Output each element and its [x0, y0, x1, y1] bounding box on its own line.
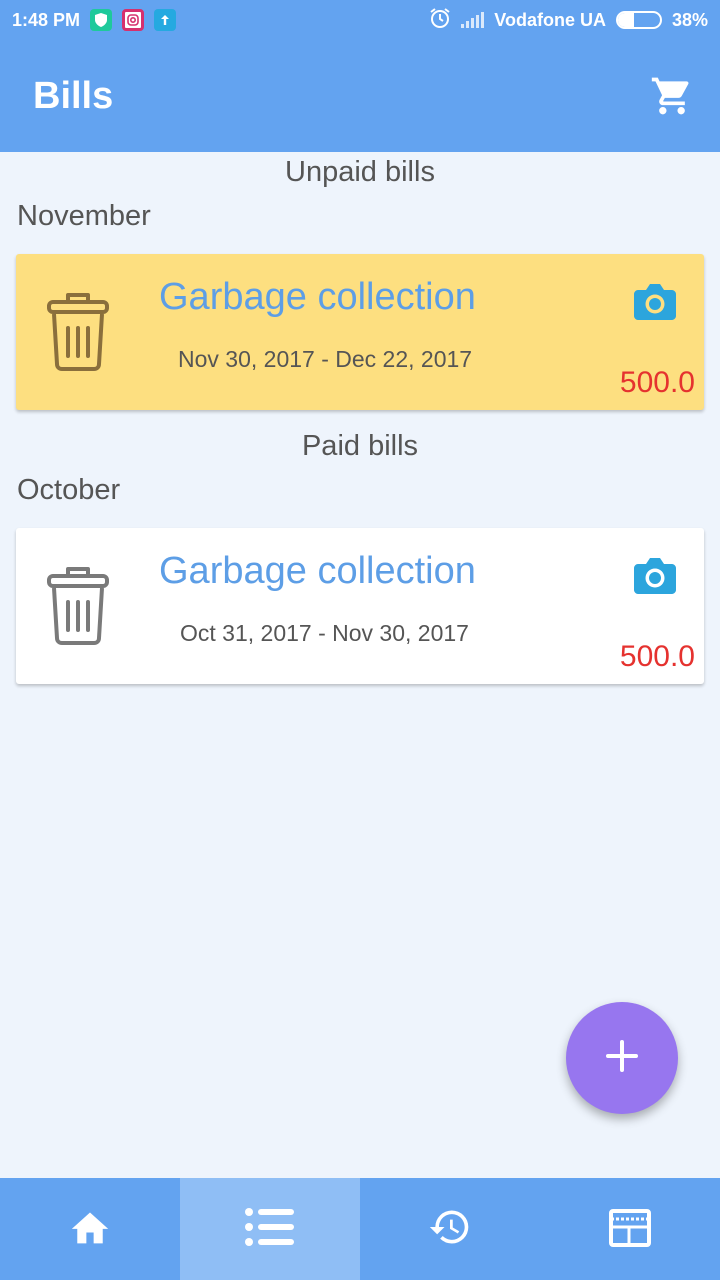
shield-icon [90, 9, 113, 31]
bill-title: Garbage collection [159, 550, 476, 592]
unpaid-bill-card[interactable]: Garbage collection Nov 30, 2017 - Dec 22… [16, 254, 704, 410]
paid-section-title: Paid bills [301, 430, 419, 462]
bill-amount: 500.0 [619, 366, 695, 399]
app-bar: Bills [0, 40, 720, 152]
battery-percent: 38% [671, 9, 708, 30]
unpaid-month-label: November [17, 200, 151, 232]
camera-icon[interactable] [634, 556, 676, 594]
history-icon [428, 1205, 472, 1254]
battery-level [617, 13, 634, 27]
trash-icon[interactable] [46, 292, 110, 372]
status-bar: 1:48 PM Vodafone UA 38% [0, 0, 720, 40]
list-icon [244, 1206, 296, 1253]
bill-period: Oct 31, 2017 - Nov 30, 2017 [180, 620, 469, 646]
trash-icon[interactable] [46, 566, 110, 646]
bottom-navigation [0, 1178, 720, 1280]
carrier-name: Vodafone UA [494, 9, 606, 30]
upload-icon [154, 9, 177, 31]
unpaid-section-title: Unpaid bills [285, 156, 435, 188]
paid-month-label: October [17, 474, 121, 506]
signal-icon [461, 12, 485, 28]
calendar-icon [609, 1207, 651, 1252]
nav-bills[interactable] [180, 1178, 360, 1280]
cart-icon[interactable] [650, 74, 694, 118]
instagram-icon [122, 9, 145, 31]
nav-home[interactable] [0, 1178, 180, 1280]
bill-amount: 500.0 [619, 640, 695, 673]
plus-icon [605, 1039, 639, 1078]
battery-icon [615, 11, 662, 29]
add-bill-button[interactable] [566, 1002, 678, 1114]
bill-title: Garbage collection [159, 276, 476, 318]
status-bar-right: Vodafone UA 38% [429, 7, 708, 34]
paid-bill-card[interactable]: Garbage collection Oct 31, 2017 - Nov 30… [16, 528, 704, 684]
nav-history[interactable] [360, 1178, 540, 1280]
status-bar-left: 1:48 PM [12, 9, 177, 31]
home-icon [68, 1207, 112, 1252]
bill-period: Nov 30, 2017 - Dec 22, 2017 [178, 346, 473, 372]
status-time: 1:48 PM [12, 9, 81, 30]
camera-icon[interactable] [634, 282, 676, 320]
alarm-icon [429, 7, 451, 34]
page-title: Bills [33, 74, 114, 117]
nav-calendar[interactable] [540, 1178, 720, 1280]
